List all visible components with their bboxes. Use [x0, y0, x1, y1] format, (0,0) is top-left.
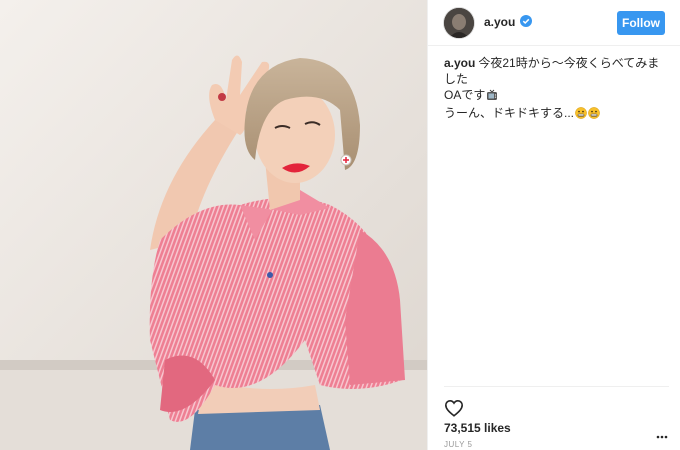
post-photo[interactable] — [0, 0, 427, 450]
caption-author-link[interactable]: a.you — [444, 56, 475, 70]
heart-icon[interactable] — [444, 399, 464, 417]
post-sidebar: a.you Follow a.you 今夜21時から〜今夜くらべてみました OAで… — [427, 0, 680, 450]
caption-line-1: 今夜21時から〜今夜くらべてみました — [444, 56, 660, 86]
post-date: JULY 5 — [444, 440, 473, 449]
photo-illustration — [0, 0, 427, 450]
grimacing-face-icon — [588, 107, 600, 123]
follow-button[interactable]: Follow — [617, 11, 665, 35]
tv-icon — [486, 89, 498, 105]
grimacing-face-icon — [575, 107, 587, 123]
likes-count[interactable]: 73,515 likes — [444, 421, 511, 435]
more-options-icon[interactable] — [656, 426, 668, 439]
post-header: a.you Follow — [428, 0, 680, 46]
avatar-image — [444, 8, 474, 38]
post-caption: a.you 今夜21時から〜今夜くらべてみました OAです うーん、ドキドキする.… — [444, 55, 669, 123]
username-link[interactable]: a.you — [484, 15, 515, 29]
avatar[interactable] — [444, 8, 474, 38]
caption-line-2: OAです — [444, 88, 486, 102]
post-actions — [444, 386, 669, 417]
verified-badge-icon — [520, 14, 532, 27]
caption-line-3: うーん、ドキドキする... — [444, 106, 575, 120]
